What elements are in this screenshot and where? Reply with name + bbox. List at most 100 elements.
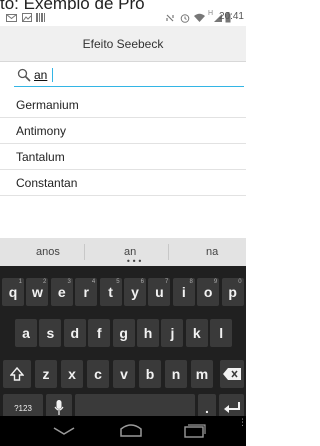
key-hint: 5 [116,279,120,285]
list-item-label: Antimony [16,123,67,138]
key-i[interactable]: i8 [172,278,195,306]
key-hint: 2 [43,279,47,285]
key-r[interactable]: r4 [75,278,98,306]
key-g[interactable]: g [112,319,135,347]
recent-apps-icon[interactable] [184,424,206,438]
status-bar: H 20:41 [0,10,246,26]
back-icon[interactable] [52,426,76,436]
key-hint: 4 [91,279,96,285]
key-label: u [155,284,164,300]
list-item[interactable]: Antimony [0,118,246,144]
key-b[interactable]: b [139,360,161,388]
key-e[interactable]: e3 [50,278,73,306]
clock: 20:41 [218,11,244,22]
key-k[interactable]: k [185,319,208,347]
suggestion-divider [84,244,85,260]
key-u[interactable]: u7 [148,278,171,306]
menu-icon[interactable]: ⋮ [238,419,247,428]
key-label: v [120,366,128,382]
key-label: a [22,325,30,341]
search-field[interactable]: an [0,62,246,90]
suggestion-left[interactable]: anos [36,246,60,258]
backspace-icon [223,368,241,380]
keyboard: anos an ••• na ?123 . q1w2e3r4t5y6u7i8o9… [0,238,246,446]
key-h[interactable]: h [137,319,159,347]
list-item-label: Germanium [16,97,79,112]
key-label: e [57,284,66,300]
shift-icon [10,367,24,381]
key-l[interactable]: l [210,319,233,347]
key-label: y [131,284,139,300]
key-label: w [31,284,43,300]
key-hint: 7 [165,279,169,285]
key-f[interactable]: f [88,319,111,347]
key-label: k [192,325,201,341]
suggestion-right[interactable]: na [206,246,218,258]
key-m[interactable]: m [191,360,213,388]
key-label: p [228,284,237,300]
enter-icon [223,402,240,413]
key-s[interactable]: s [39,319,62,347]
key-hint: 6 [140,279,144,285]
list-item-label: Tantalum [16,149,65,164]
key-hint: 9 [213,279,218,285]
key-d[interactable]: d [63,319,86,347]
key-label: b [145,366,155,382]
list-item[interactable]: Tantalum [0,144,246,170]
home-icon[interactable] [119,423,143,437]
key-t[interactable]: t5 [99,278,122,306]
key-label: d [70,325,80,341]
key-o[interactable]: o9 [197,278,220,306]
email-icon [6,14,17,22]
key-label: l [219,325,224,341]
key-x[interactable]: x [61,360,83,388]
suggestion-divider [168,244,169,260]
network-type: H [208,10,214,17]
mic-icon [54,400,64,415]
key-a[interactable]: a [15,319,37,347]
navigation-bar: ⋮ [0,416,247,446]
key-label: q [8,284,18,300]
key-label: h [143,325,153,341]
key-w[interactable]: w2 [26,278,49,306]
key-y[interactable]: y6 [124,278,146,306]
key-label: j [170,325,175,341]
key-hint: 1 [18,279,22,285]
key-label: r [83,284,89,300]
key-q[interactable]: q1 [2,278,24,306]
key-n[interactable]: n [165,360,187,388]
key-label: x [68,366,76,382]
list-item-label: Constantan [16,175,78,190]
key-v[interactable]: v [113,360,135,388]
key-hint: 0 [238,279,242,285]
rotate-icon [166,14,174,22]
key-label: n [171,366,181,382]
more-suggestions-icon[interactable]: ••• [126,257,143,266]
key-c[interactable]: c [87,360,109,388]
key-label: g [119,325,128,341]
key-j[interactable]: j [161,319,184,347]
wifi-icon [194,13,205,22]
key-label: c [94,366,102,382]
key-p[interactable]: p0 [221,278,244,306]
key-label: t [108,284,113,300]
results-list: Germanium Antimony Tantalum Constantan [0,92,246,196]
suggestion-strip: anos an ••• na [0,238,246,266]
page-title: Efeito Seebeck [82,37,164,51]
text-cursor [52,68,53,82]
key-hint: 8 [189,279,193,285]
search-input[interactable]: an [34,68,47,82]
search-underline [14,86,244,87]
list-item[interactable]: Constantan [0,170,246,196]
backspace-key[interactable] [220,360,244,388]
key-label: s [46,325,55,341]
alarm-icon [180,14,190,23]
list-item[interactable]: Germanium [0,92,246,118]
action-bar: Efeito Seebeck [0,26,246,62]
key-hint: 3 [67,279,71,285]
key-z[interactable]: z [35,360,57,388]
shift-key[interactable] [3,360,31,388]
key-label: m [195,366,209,382]
key-label: i [181,284,186,300]
key-label: o [203,284,213,300]
